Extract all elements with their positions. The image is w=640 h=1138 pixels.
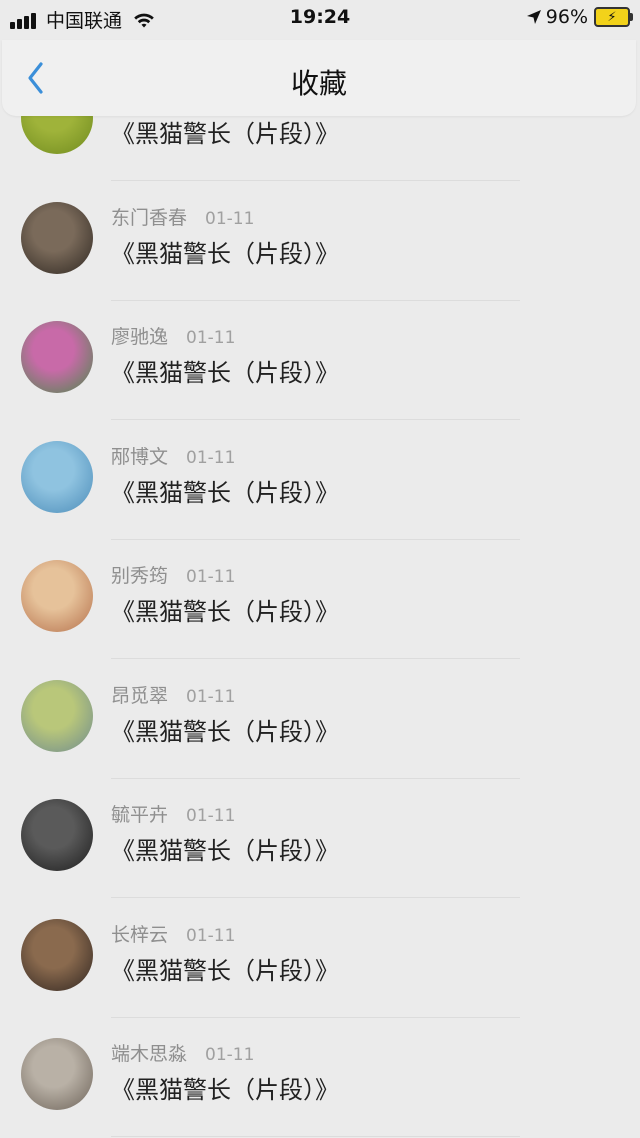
author-line: 毓平卉 01-11 — [111, 800, 235, 827]
page-title: 收藏 — [290, 67, 347, 100]
author-name: 别秀筠 — [111, 565, 169, 587]
favorite-list-item[interactable]: 邴博文 01-11 《黑猫警长（片段）》 — [0, 421, 640, 540]
post-date: 01-11 — [186, 447, 236, 468]
author-line: 廖驰逸 01-11 — [111, 322, 235, 349]
favorite-title[interactable]: 《黑猫警长（片段）》 — [111, 473, 339, 508]
post-date: 01-11 — [186, 806, 236, 826]
author-name: 毓平卉 — [111, 804, 169, 826]
avatar[interactable] — [21, 560, 93, 632]
favorite-list-item[interactable]: 昂觅翠 01-11 《黑猫警长（片段）》 — [0, 660, 640, 779]
author-name: 昂觅翠 — [111, 684, 169, 707]
author-line: 昂觅翠 01-11 — [111, 681, 235, 708]
avatar[interactable] — [21, 679, 93, 752]
author-name: 端木思淼 — [111, 1043, 188, 1065]
favorite-title[interactable]: 《黑猫警长（片段）》 — [111, 951, 339, 986]
avatar[interactable] — [21, 799, 93, 871]
nav-bar: 收藏 — [2, 40, 636, 116]
author-name: 廖驰逸 — [111, 326, 169, 348]
favorites-list[interactable]: 《黑猫警长（片段）》 东门香春 01-11 《黑猫警长（片段）》 廖驰逸 01-11 《黑猫… — [0, 0, 640, 1138]
favorite-title[interactable]: 《黑猫警长（片段）》 — [111, 353, 339, 388]
author-line: 长梓云 01-11 — [111, 920, 235, 947]
author-line: 东门香春 01-11 — [111, 203, 254, 230]
favorite-title[interactable]: 《黑猫警长（片段）》 — [111, 831, 339, 866]
post-date: 01-11 — [186, 686, 236, 707]
post-date: 01-11 — [186, 925, 236, 946]
author-name: 长梓云 — [111, 923, 169, 946]
avatar[interactable] — [21, 440, 93, 513]
favorite-list-item[interactable]: 东门香春 01-11 《黑猫警长（片段）》 — [0, 182, 640, 301]
favorite-list-item[interactable]: 毓平卉 01-11 《黑猫警长（片段）》 — [0, 779, 640, 898]
author-line: 端木思淼 01-11 — [111, 1039, 254, 1066]
favorite-list-item[interactable]: 端木思淼 01-11 《黑猫警长（片段）》 — [0, 1018, 640, 1137]
avatar[interactable] — [21, 1038, 93, 1110]
favorite-title[interactable]: 《黑猫警长（片段）》 — [111, 1070, 339, 1105]
divider — [111, 1136, 520, 1137]
favorite-title[interactable]: 《黑猫警长（片段）》 — [111, 712, 339, 747]
post-date: 01-11 — [205, 208, 255, 229]
favorite-title[interactable]: 《黑猫警长（片段）》 — [111, 114, 339, 149]
post-date: 01-11 — [186, 328, 236, 348]
favorite-title[interactable]: 《黑猫警长（片段）》 — [111, 234, 339, 269]
author-line: 别秀筠 01-11 — [111, 561, 235, 588]
author-name: 邴博文 — [111, 445, 169, 468]
post-date: 01-11 — [205, 1045, 255, 1065]
post-date: 01-11 — [186, 567, 236, 587]
author-line: 邴博文 01-11 — [111, 442, 235, 469]
favorite-list-item[interactable]: 别秀筠 01-11 《黑猫警长（片段）》 — [0, 540, 640, 659]
favorite-list-item[interactable]: 长梓云 01-11 《黑猫警长（片段）》 — [0, 899, 640, 1018]
avatar[interactable] — [21, 321, 93, 393]
avatar[interactable] — [21, 918, 93, 991]
author-name: 东门香春 — [111, 206, 188, 229]
favorite-title[interactable]: 《黑猫警长（片段）》 — [111, 592, 339, 627]
favorite-list-item[interactable]: 廖驰逸 01-11 《黑猫警长（片段）》 — [0, 301, 640, 420]
avatar[interactable] — [21, 201, 93, 274]
